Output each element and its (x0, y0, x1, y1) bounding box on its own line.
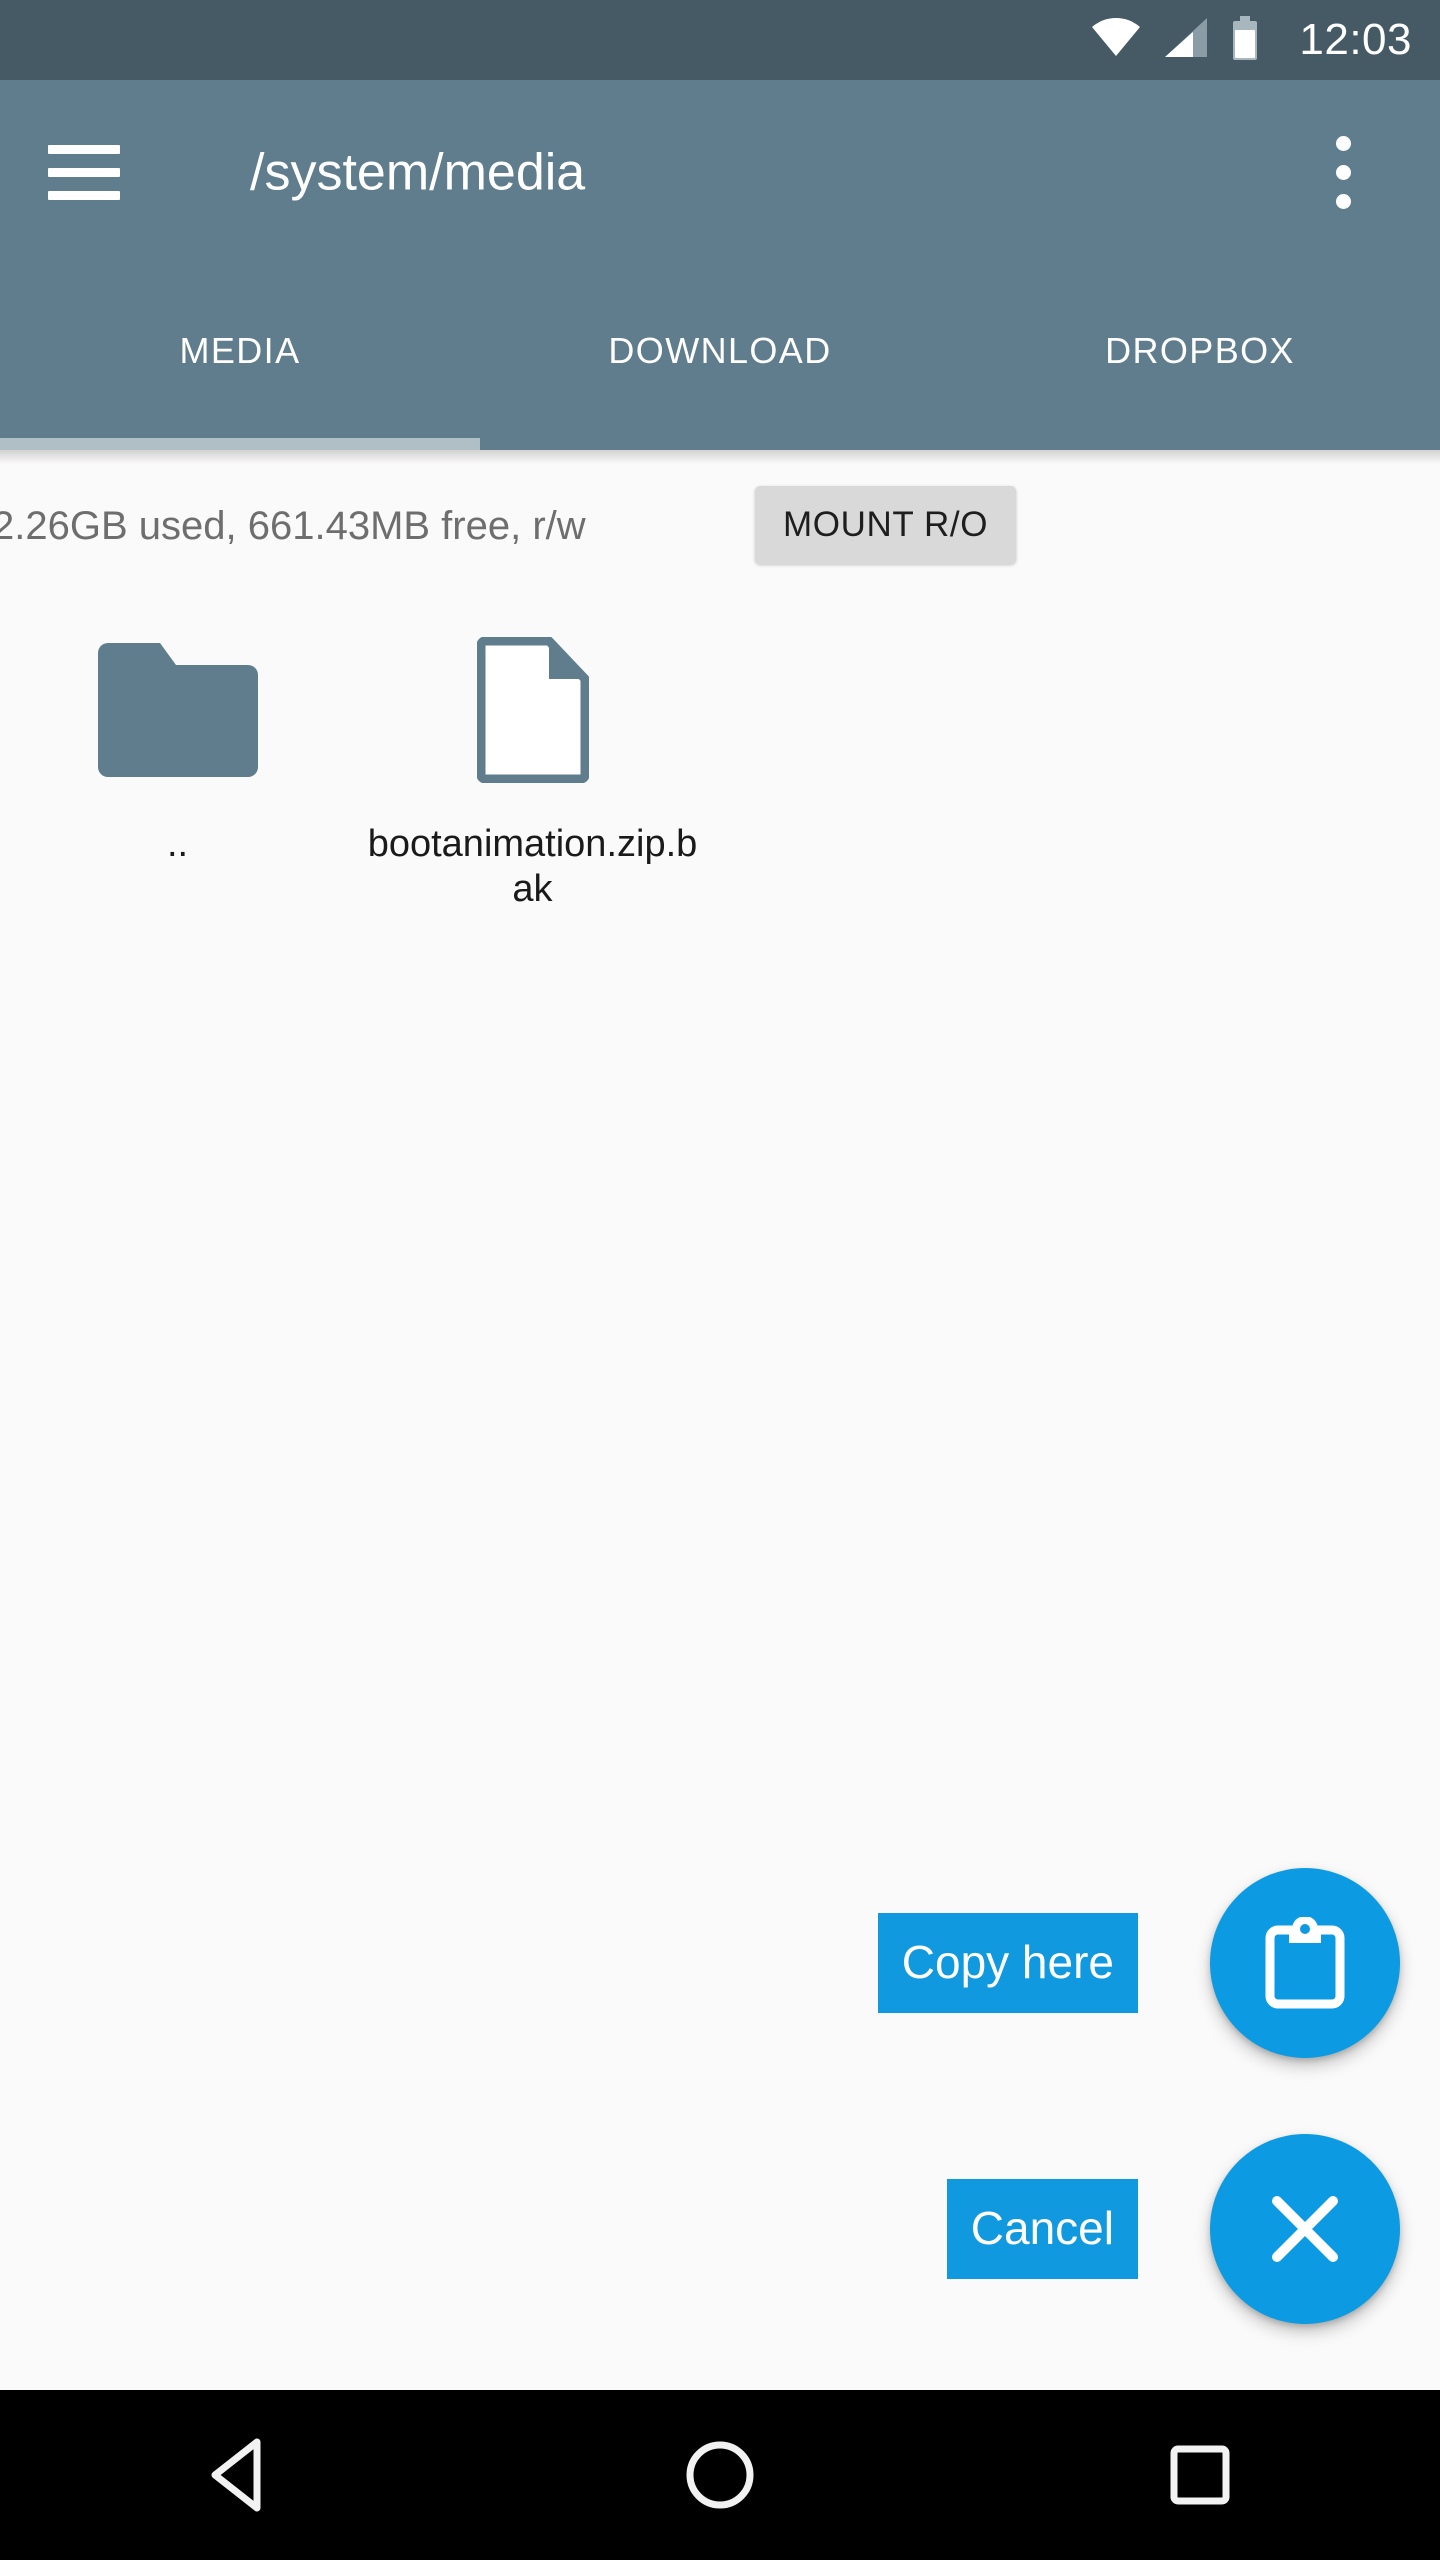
storage-info-text: 2.26GB used, 661.43MB free, r/w (0, 504, 586, 548)
cellular-signal-icon (1163, 17, 1209, 63)
cancel-button[interactable]: Cancel (946, 2179, 1138, 2279)
folder-icon (93, 630, 263, 790)
wifi-icon (1091, 17, 1141, 63)
overflow-dot (1335, 165, 1351, 180)
active-tab-indicator (0, 438, 480, 450)
battery-icon (1231, 15, 1259, 65)
overflow-menu-icon[interactable] (1308, 125, 1378, 221)
status-bar-clock: 12:03 (1299, 15, 1412, 64)
mount-ro-button[interactable]: MOUNT R/O (755, 486, 1017, 564)
close-x-icon[interactable] (1210, 2134, 1400, 2324)
home-circle-icon[interactable] (635, 2390, 805, 2560)
copy-here-action-row: Copy here (877, 1868, 1400, 2058)
file-item-parent-dir[interactable]: .. (0, 600, 355, 912)
page-title: /system/media (250, 142, 586, 201)
tab-media[interactable]: MEDIA (0, 265, 480, 450)
file-item-bootanimation[interactable]: bootanimation.zip.bak (355, 600, 710, 912)
cancel-action-row: Cancel (946, 2134, 1400, 2324)
overflow-dot (1335, 136, 1351, 151)
clipboard-paste-icon[interactable] (1210, 1868, 1400, 2058)
phone-screen: 12:03 /system/media MEDIA DOWNLOAD DROPB… (0, 0, 1440, 2560)
back-triangle-icon[interactable] (155, 2390, 325, 2560)
file-grid: .. bootanimation.zip.bak (0, 600, 1440, 912)
hamburger-bar (48, 191, 120, 200)
status-bar: 12:03 (0, 0, 1440, 80)
file-item-label: .. (166, 823, 189, 865)
overflow-dot (1335, 194, 1351, 209)
tab-download[interactable]: DOWNLOAD (480, 265, 960, 450)
tab-bar: MEDIA DOWNLOAD DROPBOX (0, 265, 1440, 450)
file-browser-content: 2.26GB used, 661.43MB free, r/w MOUNT R/… (0, 450, 1440, 2390)
storage-status-row: 2.26GB used, 661.43MB free, r/w MOUNT R/… (0, 486, 1440, 564)
hamburger-bar (48, 145, 120, 154)
recents-square-icon[interactable] (1115, 2390, 1285, 2560)
hamburger-menu-icon[interactable] (48, 131, 132, 215)
file-item-label: bootanimation.zip.bak (367, 823, 698, 910)
app-toolbar: /system/media MEDIA DOWNLOAD DROPBOX (0, 80, 1440, 450)
hamburger-bar (48, 168, 120, 177)
file-icon (448, 630, 618, 790)
status-bar-icons: 12:03 (1091, 15, 1412, 65)
tab-dropbox[interactable]: DROPBOX (960, 265, 1440, 450)
system-navigation-bar (0, 2390, 1440, 2560)
toolbar-top-row: /system/media (0, 80, 1440, 265)
copy-here-button[interactable]: Copy here (877, 1913, 1138, 2013)
